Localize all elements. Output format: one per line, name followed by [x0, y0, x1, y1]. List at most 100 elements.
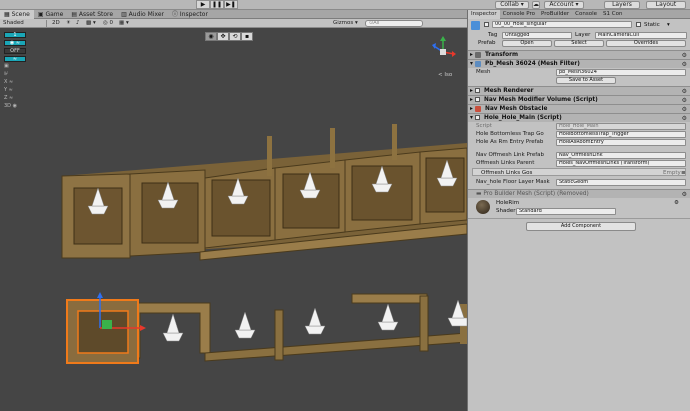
tab-console[interactable]: Console — [572, 10, 600, 19]
collab-button[interactable]: Collab ▾ — [495, 1, 529, 9]
transform-header[interactable]: ▸ Transform ⚙ — [468, 50, 690, 59]
mesh-label: Mesh — [476, 69, 491, 75]
trap-field[interactable]: HoleBottomlessTrap_Trigger — [556, 131, 686, 138]
tool-toggle-5[interactable]: ⊮ — [4, 72, 26, 78]
foldout-icon: ▾ — [470, 61, 473, 67]
tab-probuilder[interactable]: ProBuilder — [538, 10, 572, 19]
nav-marker — [87, 159, 467, 342]
static-dropdown-icon[interactable]: ▾ — [667, 21, 670, 29]
static-checkbox[interactable] — [636, 22, 641, 27]
effects-icon[interactable]: ▩ ▾ — [86, 20, 96, 27]
scene-search-input[interactable]: ⊙All — [365, 20, 423, 27]
scene-viewport[interactable]: ◉ ✥ ⟲ ▪ 1 ◉ ≈ OFF ≈ ▣ ⊮ X ≈ Y ≈ Z ≈ 3D ◉… — [0, 28, 467, 411]
list-menu-icon[interactable]: ≡ — [681, 169, 686, 177]
mesh-renderer-title: Mesh Renderer — [483, 88, 534, 94]
mesh-renderer-header[interactable]: ▸ Mesh Renderer ⚙ — [468, 86, 690, 95]
foldout-icon: ▸ — [470, 52, 473, 58]
shader-label: Shader — [496, 208, 516, 214]
move-tool-button[interactable]: ✥ — [217, 32, 229, 41]
shader-dropdown[interactable]: Standard — [516, 208, 616, 215]
gizmos-dropdown[interactable]: Gizmos ▾ — [333, 20, 358, 27]
layout-button[interactable]: Layout — [646, 1, 686, 9]
prefab-overrides-button[interactable]: Overrides — [606, 40, 686, 47]
mesh-row: Mesh pb_Mesh36024 — [468, 68, 690, 76]
material-gear-icon[interactable]: ⚙ — [674, 199, 679, 207]
prefab-open-button[interactable]: Open — [502, 40, 552, 47]
add-component-button[interactable]: Add Component — [526, 222, 636, 231]
orbit-tool-button[interactable]: ◉ — [205, 32, 217, 41]
probuilder-removed-title: Pro Builder Mesh (Script) (Removed) — [483, 191, 589, 197]
iso-label[interactable]: < Iso — [438, 72, 452, 78]
tab-s1-con[interactable]: S1 Con — [600, 10, 625, 19]
toggle-2d[interactable]: 2D — [52, 20, 60, 27]
mesh-field[interactable]: pb_Mesh36024 — [556, 69, 686, 76]
shading-dropdown[interactable]: Shaded — [3, 20, 47, 27]
tool-toggle-4[interactable]: ▣ — [4, 64, 26, 70]
tab-inspector[interactable]: Inspector — [468, 10, 500, 19]
axis-x-toggle[interactable]: X ≈ — [4, 80, 26, 86]
tag-dropdown[interactable]: Untagged — [502, 32, 572, 39]
offmesh-parent-field[interactable]: Holes_NavOffmeshLinks (Transform) — [556, 160, 686, 167]
add-component-row: Add Component — [468, 218, 690, 232]
mesh-filter-header[interactable]: ▾ Pb_Mesh 36024 (Mesh Filter) ⚙ — [468, 59, 690, 68]
inspector-tabs: Inspector Console Pro ProBuilder Console… — [468, 10, 690, 19]
probuilder-gear-icon[interactable]: ⚙ — [682, 190, 687, 199]
nav-modifier-title: Nav Mesh Modifier Volume (Script) — [483, 97, 598, 103]
trap-label: Hole Bottomless Trap Go — [476, 131, 544, 137]
material-sphere-icon[interactable] — [476, 200, 490, 214]
nav-obstacle-title: Nav Mesh Obstacle — [484, 106, 548, 112]
scene-toolbar: Shaded 2D ☀ ♪ ▩ ▾ ◎ 0 ▦ ▾ Gizmos ▾ ⊙All — [0, 19, 467, 28]
lighting-icon[interactable]: ☀ — [66, 20, 71, 27]
foldout-icon: ▸ — [470, 88, 473, 94]
save-to-asset-button[interactable]: Save to Asset — [556, 77, 616, 84]
toggle-3d[interactable]: 3D ◉ — [4, 104, 26, 110]
tab-scene[interactable]: ▦ Scene — [0, 10, 34, 19]
mesh-renderer-checkbox[interactable] — [474, 88, 480, 93]
rotate-tool-button[interactable]: ⟲ — [229, 32, 241, 41]
tab-audio-mixer[interactable]: ▥ Audio Mixer — [117, 10, 168, 19]
trap-row: Hole Bottomless Trap Go HoleBottomlessTr… — [468, 130, 690, 138]
hole-main-checkbox[interactable] — [474, 115, 480, 120]
prefab-select-button[interactable]: Select — [554, 40, 604, 47]
pause-button[interactable]: ❚❚ — [210, 0, 224, 9]
entry-field[interactable]: HoleAsRoomEntry — [556, 139, 686, 146]
hole-main-header[interactable]: ▾ Hole_Hole_Main (Script) ⚙ — [468, 113, 690, 122]
scale-tool-button[interactable]: ▪ — [241, 32, 253, 41]
object-name-field[interactable]: 00_00_Hole_singular — [492, 21, 632, 28]
tab-scene-label: Scene — [11, 11, 30, 18]
tab-console-pro[interactable]: Console Pro — [500, 10, 538, 19]
tab-audio-mixer-label: Audio Mixer — [128, 11, 164, 18]
step-button[interactable]: ▶❚ — [224, 0, 238, 9]
static-label: Static — [644, 22, 660, 28]
tool-toggle-off[interactable]: OFF — [4, 48, 26, 54]
left-tool-panel: 1 ◉ ≈ OFF ≈ ▣ ⊮ X ≈ Y ≈ Z ≈ 3D ◉ — [4, 32, 26, 112]
offmesh-parent-label: Offmesh Links Parent — [476, 160, 535, 166]
empty-label: Empty — [663, 170, 681, 176]
nav-modifier-header[interactable]: ▸ Nav Mesh Modifier Volume (Script) ⚙ — [468, 95, 690, 104]
probuilder-removed-header[interactable]: ▬ Pro Builder Mesh (Script) (Removed) ⚙ — [468, 189, 690, 198]
orientation-gizmo-icon[interactable] — [430, 36, 456, 76]
nav-modifier-checkbox[interactable] — [474, 97, 480, 102]
tool-toggle-1[interactable]: 1 — [4, 32, 26, 38]
account-button[interactable]: Account ▾ — [544, 1, 584, 9]
tool-toggle-3[interactable]: ≈ — [4, 56, 26, 62]
layers-button[interactable]: Layers — [604, 1, 640, 9]
cloud-icon[interactable]: ☁ — [532, 1, 540, 9]
grid-icon[interactable]: ▦ ▾ — [119, 20, 129, 27]
removed-minus-icon: ▬ — [476, 191, 482, 197]
tab-game[interactable]: ▣ Game — [34, 10, 67, 19]
active-checkbox[interactable] — [484, 22, 489, 27]
layer-dropdown[interactable]: MainCameraCull — [595, 32, 687, 39]
audio-icon[interactable]: ♪ — [76, 20, 80, 27]
nav-obstacle-header[interactable]: ▸ Nav Mesh Obstacle ⚙ — [468, 104, 690, 113]
hidden-icon[interactable]: ◎ 0 — [103, 20, 113, 27]
axis-y-toggle[interactable]: Y ≈ — [4, 88, 26, 94]
play-button[interactable]: ▶ — [196, 0, 210, 9]
offmesh-gos-list[interactable]: Offmesh Links Gos Empty ≡ — [472, 168, 686, 176]
axis-z-toggle[interactable]: Z ≈ — [4, 96, 26, 102]
tab-inspector-left[interactable]: ⓘ Inspector — [168, 10, 212, 19]
tool-toggle-2[interactable]: ◉ ≈ — [4, 40, 26, 46]
offmesh-prefab-field[interactable]: Nav_OffmeshLink — [556, 152, 686, 159]
tab-asset-store[interactable]: ▤ Asset Store — [67, 10, 117, 19]
floor-mask-dropdown[interactable]: StaticGeom — [556, 179, 686, 186]
